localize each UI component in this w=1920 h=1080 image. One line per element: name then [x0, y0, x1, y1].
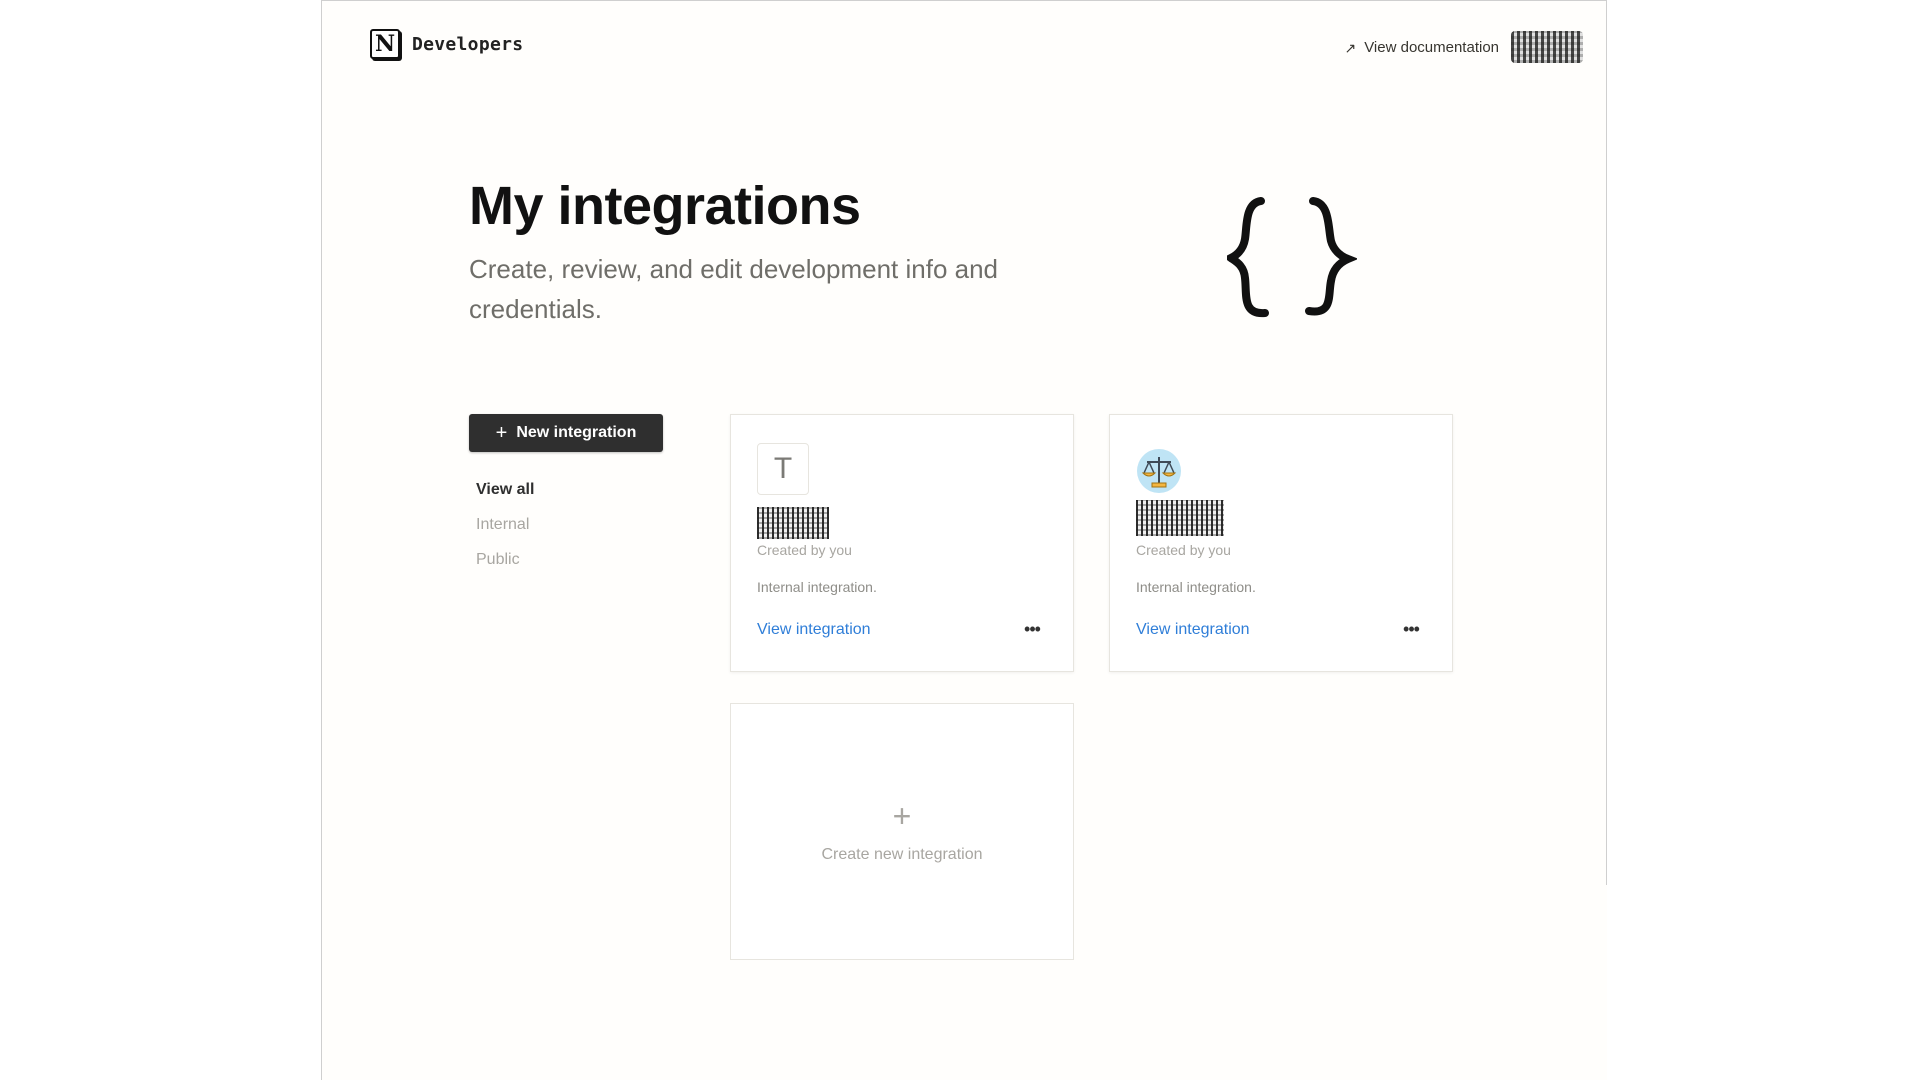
scale-icon	[1137, 449, 1181, 493]
create-new-integration-label: Create new integration	[821, 846, 983, 863]
brand-logo[interactable]: N Developers	[370, 29, 523, 59]
filter-internal[interactable]: Internal	[476, 515, 534, 535]
screen: N Developers ↗ View documentation My int…	[0, 0, 1920, 1080]
new-integration-button[interactable]: + New integration	[469, 414, 663, 452]
page-subtitle: Create, review, and edit development inf…	[469, 254, 999, 324]
filter-view-all[interactable]: View all	[476, 480, 534, 500]
letter-t-icon: T	[757, 443, 809, 495]
more-options-button[interactable]: •••	[1017, 619, 1047, 639]
external-arrow-icon: ↗	[1344, 39, 1357, 56]
integration-card[interactable]: T Created by you Internal integration. V…	[730, 414, 1074, 672]
created-by-label: Created by you	[1136, 542, 1231, 558]
filter-public[interactable]: Public	[476, 550, 534, 570]
integration-type-label: Internal integration.	[757, 579, 877, 595]
redacted-integration-name	[1136, 500, 1224, 536]
notion-logo-icon: N	[370, 29, 400, 59]
created-by-label: Created by you	[757, 542, 852, 558]
page-title: My integrations	[469, 176, 861, 236]
window-right-border	[1606, 0, 1607, 885]
curly-braces-icon	[1227, 197, 1357, 318]
redacted-avatar[interactable]	[1511, 31, 1583, 63]
integration-card[interactable]: Created by you Internal integration. Vie…	[1109, 414, 1453, 672]
redacted-integration-name	[757, 507, 829, 539]
view-documentation-label: View documentation	[1364, 39, 1499, 56]
more-options-button[interactable]: •••	[1396, 619, 1426, 639]
view-integration-link[interactable]: View integration	[757, 621, 871, 639]
new-integration-label: New integration	[516, 424, 637, 441]
create-new-integration-card[interactable]: + Create new integration	[730, 703, 1074, 960]
plus-icon: +	[892, 798, 912, 834]
plus-icon: +	[495, 422, 508, 444]
view-documentation-link[interactable]: ↗ View documentation	[1344, 39, 1499, 56]
developers-page: N Developers ↗ View documentation My int…	[321, 0, 1607, 1080]
integration-type-label: Internal integration.	[1136, 579, 1256, 595]
integration-filter-nav: View all Internal Public	[476, 480, 534, 570]
brand-title: Developers	[412, 33, 524, 55]
view-integration-link[interactable]: View integration	[1136, 621, 1250, 639]
